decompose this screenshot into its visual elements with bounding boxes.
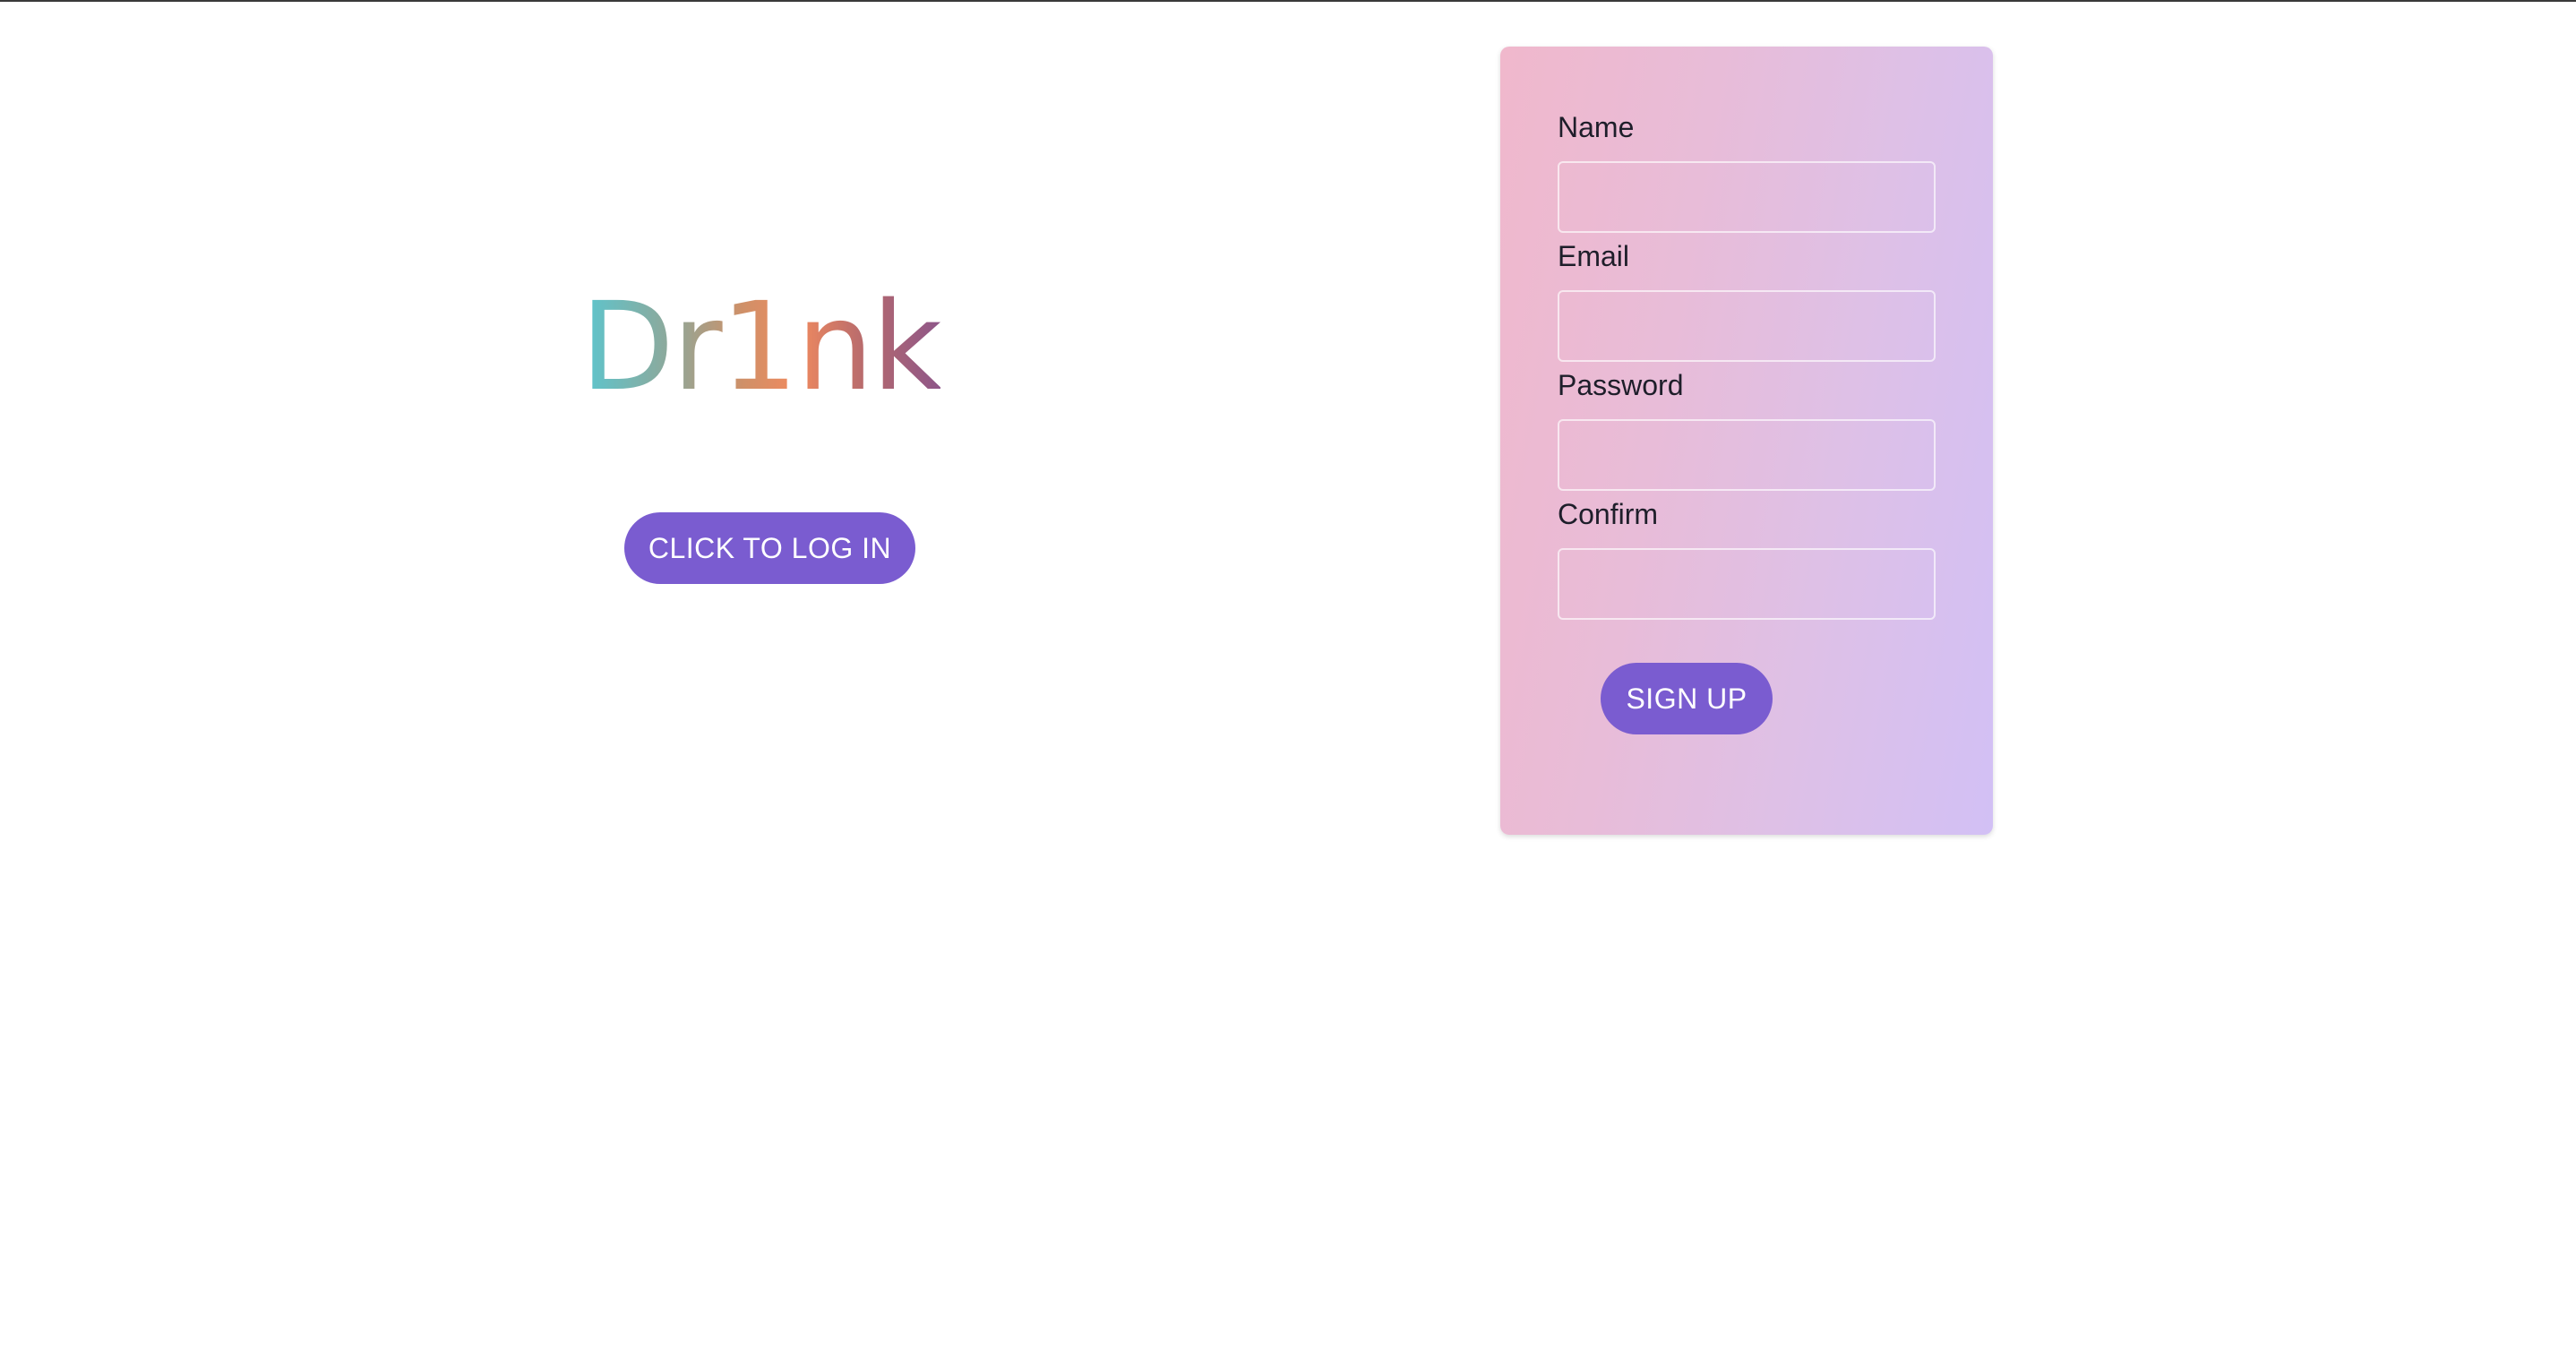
password-label: Password bbox=[1558, 369, 1684, 401]
confirm-label: Confirm bbox=[1558, 498, 1659, 530]
confirm-password-input[interactable] bbox=[1558, 548, 1936, 620]
signup-button[interactable]: SIGN UP bbox=[1601, 663, 1773, 734]
signup-card: Name Email Password Confirm SIGN UP bbox=[1500, 47, 1993, 835]
brand-logo: Dr1nk bbox=[580, 277, 942, 418]
page: Dr1nk CLICK TO LOG IN Name Email Passwor… bbox=[0, 0, 2576, 1365]
email-input[interactable] bbox=[1558, 290, 1936, 362]
password-input[interactable] bbox=[1558, 419, 1936, 491]
email-label: Email bbox=[1558, 240, 1630, 272]
login-button[interactable]: CLICK TO LOG IN bbox=[624, 512, 915, 584]
name-input[interactable] bbox=[1558, 161, 1936, 233]
name-label: Name bbox=[1558, 111, 1635, 143]
